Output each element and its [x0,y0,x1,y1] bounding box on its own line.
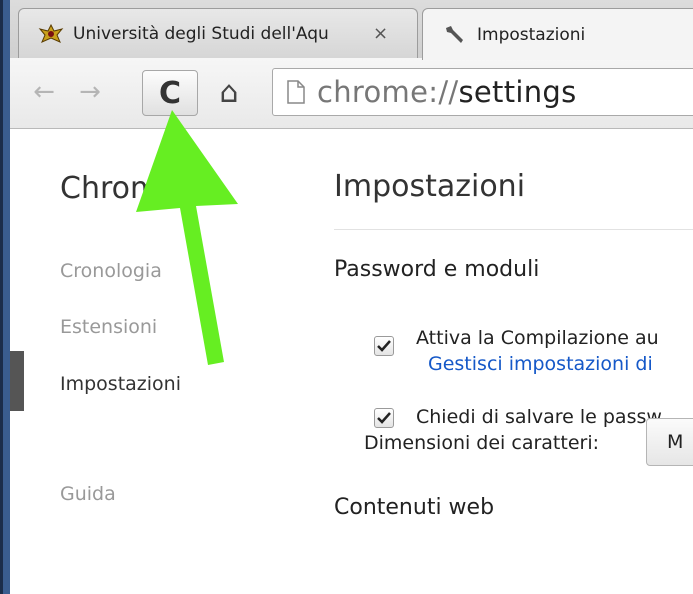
home-icon: ⌂ [219,74,239,110]
url-path: settings [458,75,577,109]
back-button[interactable]: ← [26,70,62,114]
tab-close-icon[interactable]: × [373,23,388,44]
autofill-settings-link[interactable]: Gestisci impostazioni di [428,353,653,375]
tab-title: Impostazioni [477,24,586,45]
toolbar: ← → C ⌂ chrome://settings [10,58,693,129]
reload-button[interactable]: C [142,70,198,116]
university-crest-icon [37,22,65,46]
checkmark-icon [377,412,391,424]
forward-button[interactable]: → [72,70,108,114]
tab-title: Università degli Studi dell'Aqu [73,23,329,44]
checkmark-icon [377,340,391,352]
tab-settings[interactable]: Impostazioni [422,8,693,60]
font-size-select[interactable]: M [646,418,693,466]
address-bar[interactable]: chrome://settings [272,68,693,116]
autofill-label: Attiva la Compilazione au [416,327,659,349]
sidebar-item-cronologia[interactable]: Cronologia [60,260,162,282]
sidebar-item-guida[interactable]: Guida [60,483,116,505]
sidebar-item-estensioni[interactable]: Estensioni [60,316,157,338]
forward-arrow-icon: → [79,77,101,107]
sidebar-item-impostazioni[interactable]: Impostazioni [60,373,181,395]
reload-icon: C [158,75,182,111]
settings-page: Chrome Cronologia Estensioni Impostazion… [10,129,693,594]
back-arrow-icon: ← [33,77,55,107]
save-passwords-checkbox[interactable] [374,408,394,428]
tab-strip: Università degli Studi dell'Aqu × Impost… [0,0,693,60]
autofill-checkbox[interactable] [374,336,394,356]
font-size-label: Dimensioni dei caratteri: [364,432,600,454]
section-title-web-content: Contenuti web [334,495,495,520]
save-passwords-label: Chiedi di salvare le passw [416,406,662,428]
sidebar-title: Chrome [60,171,178,206]
active-nav-marker [10,351,24,411]
url-text: chrome://settings [317,75,577,109]
tab-university[interactable]: Università degli Studi dell'Aqu × [18,8,418,58]
home-button[interactable]: ⌂ [210,70,248,114]
title-divider [334,229,693,230]
window-left-edge-shadow [0,0,3,594]
browser-window: Università degli Studi dell'Aqu × Impost… [0,0,693,594]
url-scheme: chrome:// [317,75,459,109]
section-title-passwords: Password e moduli [334,257,540,282]
wrench-icon [441,23,469,47]
page-title: Impostazioni [334,169,526,204]
page-icon [287,80,305,104]
